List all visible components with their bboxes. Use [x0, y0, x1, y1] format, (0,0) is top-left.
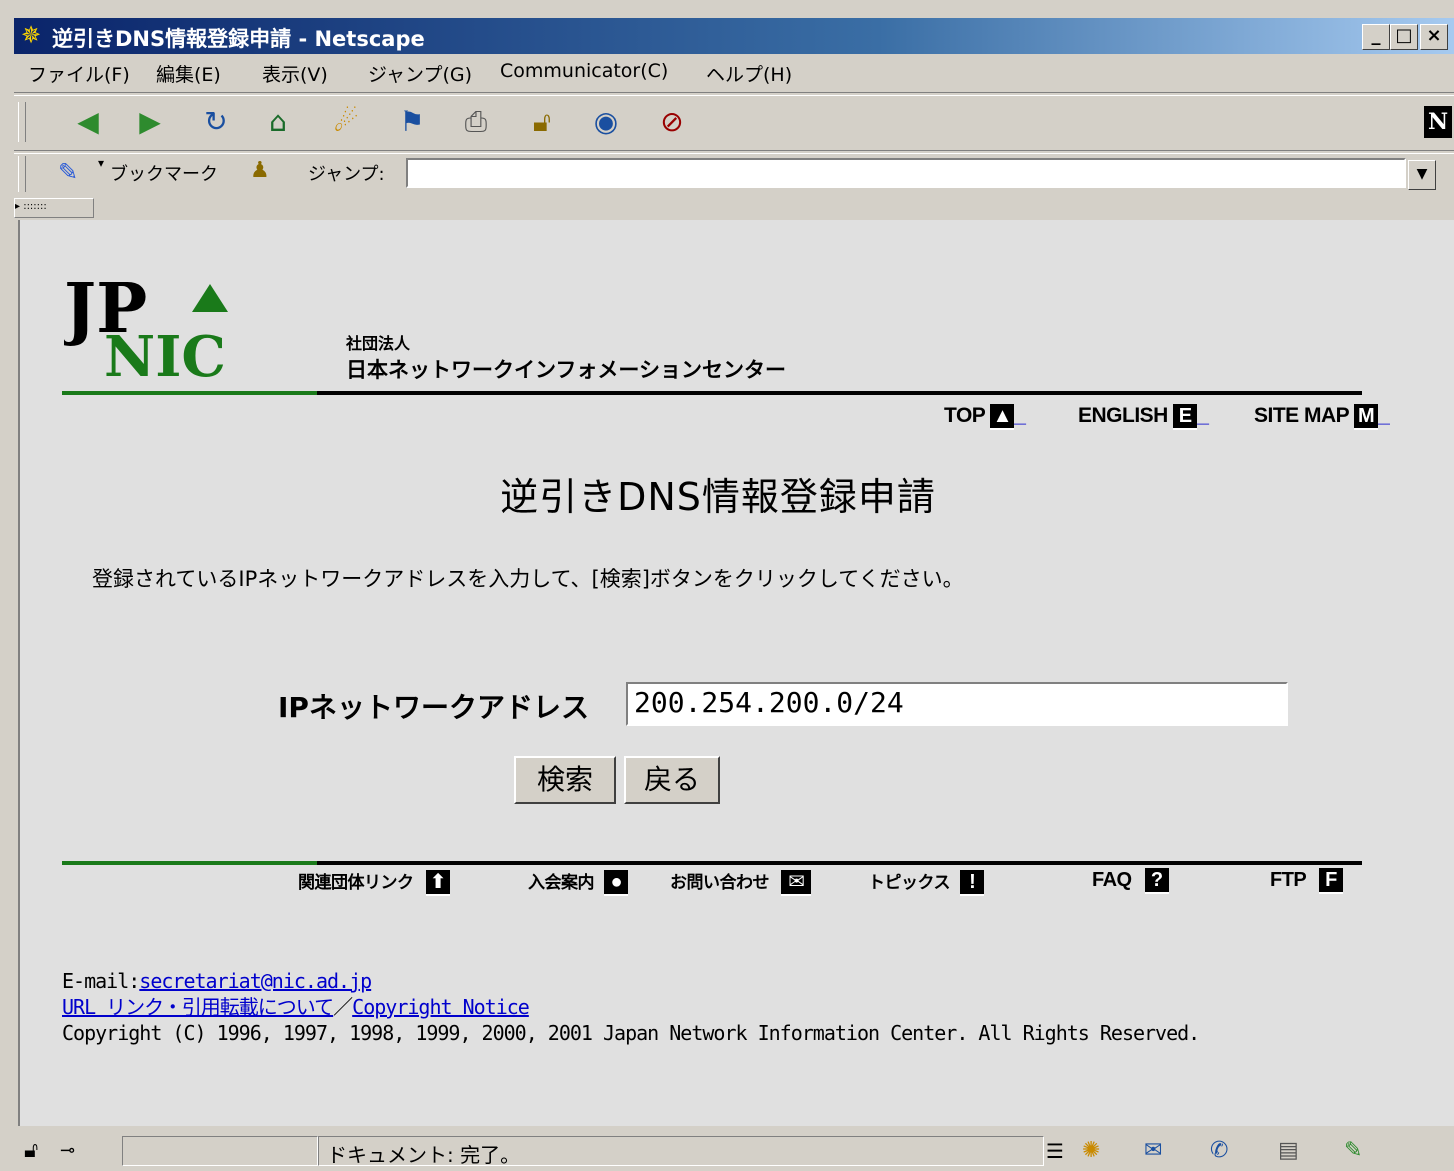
netscape-app-icon: ✵ — [20, 21, 42, 49]
english-badge-icon[interactable]: E — [1173, 404, 1198, 430]
newsgroups-icon[interactable]: ✆ — [1210, 1138, 1228, 1164]
menu-go[interactable]: ジャンプ(G) — [368, 60, 472, 87]
online-status-icon[interactable]: ⊸ — [60, 1138, 75, 1164]
header-rule-accent — [62, 391, 317, 395]
status-text: ドキュメント: 完了。 — [327, 1143, 521, 1167]
nav-sitemap[interactable]: SITE MAP M _ — [1254, 404, 1390, 430]
netscape-logo[interactable]: N — [1424, 106, 1452, 138]
print-icon[interactable]: ⎙ — [458, 104, 494, 140]
minimize-button[interactable]: _ — [1362, 24, 1390, 50]
ip-address-input[interactable]: 200.254.200.0/24 — [626, 682, 1288, 726]
question-icon[interactable]: ? — [1144, 868, 1169, 894]
logo-triangle — [192, 284, 228, 312]
toolbar-grip[interactable] — [18, 102, 26, 142]
back-button[interactable]: 戻る — [624, 756, 720, 804]
footnav-contact-label[interactable]: お問い合わせ — [670, 873, 770, 892]
back-icon[interactable]: ◀ — [70, 104, 106, 140]
footer-rule-accent — [62, 861, 317, 865]
footnav-contact[interactable]: お問い合わせ ✉ — [670, 868, 812, 896]
status-bar: 🔓︎ ⊸ ドキュメント: 完了。 ☰ ✺ ✉ ✆ ▤ ✎ — [14, 1132, 1454, 1171]
close-button[interactable]: × — [1420, 24, 1448, 50]
copyright-notice-link[interactable]: Copyright Notice — [352, 995, 530, 1019]
bookmarks-icon[interactable]: ✎ — [58, 158, 78, 186]
security-lock-icon[interactable]: 🔓︎ — [24, 1138, 38, 1164]
page-footer: E-mail:secretariat@nic.ad.jp URL リンク・引用転… — [62, 968, 1200, 1046]
netscape-guide-icon[interactable]: ⚑ — [394, 104, 430, 140]
location-icon[interactable]: ♟ — [250, 158, 270, 183]
sitemap-badge-icon[interactable]: M — [1354, 404, 1379, 430]
menu-communicator[interactable]: Communicator(C) — [500, 60, 668, 82]
link-policy-link[interactable]: URL リンク・引用転載について — [62, 995, 334, 1019]
composer-icon[interactable]: ✎ — [1344, 1138, 1362, 1164]
url-dropdown-button[interactable]: ▼ — [1408, 160, 1436, 190]
footnav-ftp-label[interactable]: FTP — [1270, 869, 1306, 891]
component-bar-icon[interactable]: ☰ — [1046, 1138, 1064, 1164]
instruction-text: 登録されているIPネットワークアドレスを入力して、[検索]ボタンをクリックしてく… — [92, 567, 964, 591]
url-input[interactable] — [406, 158, 1406, 188]
progress-panel — [122, 1136, 318, 1166]
menu-view[interactable]: 表示(V) — [262, 60, 328, 87]
nav-top-label[interactable]: TOP — [944, 404, 985, 427]
footer-links-line: URL リンク・引用転載について／Copyright Notice — [62, 994, 1199, 1020]
collapse-toolbar-tab[interactable]: ▸ ::::::: — [14, 198, 94, 218]
ip-address-label: IPネットワークアドレス — [278, 691, 589, 724]
footnav-membership-label[interactable]: 入会案内 — [528, 873, 595, 892]
ftp-badge-icon[interactable]: F — [1318, 868, 1343, 894]
address-book-icon[interactable]: ▤ — [1278, 1138, 1299, 1164]
window-title: 逆引きDNS情報登録申請 - Netscape — [52, 27, 425, 51]
nav-english-label[interactable]: ENGLISH — [1078, 404, 1168, 427]
email-prefix: E-mail: — [62, 969, 140, 993]
copyright-text: Copyright (C) 1996, 1997, 1998, 1999, 20… — [62, 1021, 1200, 1045]
security-icon[interactable]: 🔓︎ — [524, 104, 560, 140]
up-arrow-icon[interactable]: ▲ — [990, 404, 1015, 430]
org-type: 社団法人 — [346, 334, 411, 353]
search-icon[interactable]: ☄ — [328, 104, 364, 140]
location-toolbar: ✎ ▾ ブックマーク ♟ ジャンプ: ▼ — [14, 152, 1454, 196]
bookmarks-dropdown-icon[interactable]: ▾ — [98, 156, 104, 170]
mail-icon[interactable]: ✉ — [781, 870, 812, 896]
footnav-topics-label[interactable]: トピックス — [868, 873, 951, 892]
bookmarks-label[interactable]: ブックマーク — [110, 160, 218, 186]
footer-separator: ／ — [333, 995, 353, 1019]
page-title: 逆引きDNS情報登録申請 — [500, 475, 936, 519]
footnav-related-links[interactable]: 関連団体リンク ⬆ — [298, 868, 450, 896]
jump-label: ジャンプ: — [308, 164, 385, 185]
nav-english[interactable]: ENGLISH E _ — [1078, 404, 1209, 430]
footnav-faq[interactable]: FAQ ? — [1092, 868, 1169, 894]
maximize-button[interactable]: □ — [1390, 24, 1418, 50]
stop-icon[interactable]: ⊘ — [654, 104, 690, 140]
menu-edit[interactable]: 編集(E) — [156, 60, 221, 87]
dot-icon[interactable]: ● — [604, 870, 629, 896]
footer-email-line: E-mail:secretariat@nic.ad.jp — [62, 968, 1199, 994]
nav-sitemap-label[interactable]: SITE MAP — [1254, 404, 1349, 427]
footnav-ftp[interactable]: FTP F — [1270, 868, 1343, 894]
org-name: 日本ネットワークインフォメーションセンター — [346, 358, 786, 382]
shop-icon[interactable]: ◉ — [588, 104, 624, 140]
jpnic-logo[interactable]: JP NIC — [64, 272, 264, 380]
footnav-faq-label[interactable]: FAQ — [1092, 869, 1132, 891]
reload-icon[interactable]: ↻ — [198, 104, 234, 140]
location-grip[interactable] — [18, 156, 26, 192]
nav-top[interactable]: TOP ▲ _ — [944, 404, 1026, 430]
footnav-related-label[interactable]: 関連団体リンク — [298, 873, 414, 892]
forward-icon[interactable]: ▶ — [132, 104, 168, 140]
search-button[interactable]: 検索 — [514, 756, 616, 804]
footnav-membership[interactable]: 入会案内 ● — [528, 868, 629, 896]
home-icon[interactable]: ⌂ — [260, 104, 296, 140]
footnav-topics[interactable]: トピックス ! — [868, 868, 985, 896]
navigation-toolbar: ◀ ▶ ↻ ⌂ ☄ ⚑ ⎙ 🔓︎ ◉ ⊘ N — [14, 96, 1454, 150]
menu-bar: ファイル(F) 編集(E) 表示(V) ジャンプ(G) Communicator… — [14, 56, 1454, 90]
window-title-bar[interactable]: ✵ 逆引きDNS情報登録申請 - Netscape _ □ × — [14, 18, 1454, 54]
logo-nic: NIC — [104, 324, 226, 380]
navigator-icon[interactable]: ✺ — [1082, 1138, 1100, 1164]
inbox-icon[interactable]: ✉ — [1144, 1138, 1162, 1164]
exclamation-icon[interactable]: ! — [960, 870, 985, 896]
status-panel: ドキュメント: 完了。 — [318, 1136, 1044, 1167]
menu-file[interactable]: ファイル(F) — [28, 60, 130, 87]
menu-help[interactable]: ヘルプ(H) — [706, 60, 792, 87]
email-link[interactable]: secretariat@nic.ad.jp — [139, 969, 372, 993]
up-arrow-icon[interactable]: ⬆ — [425, 870, 450, 896]
